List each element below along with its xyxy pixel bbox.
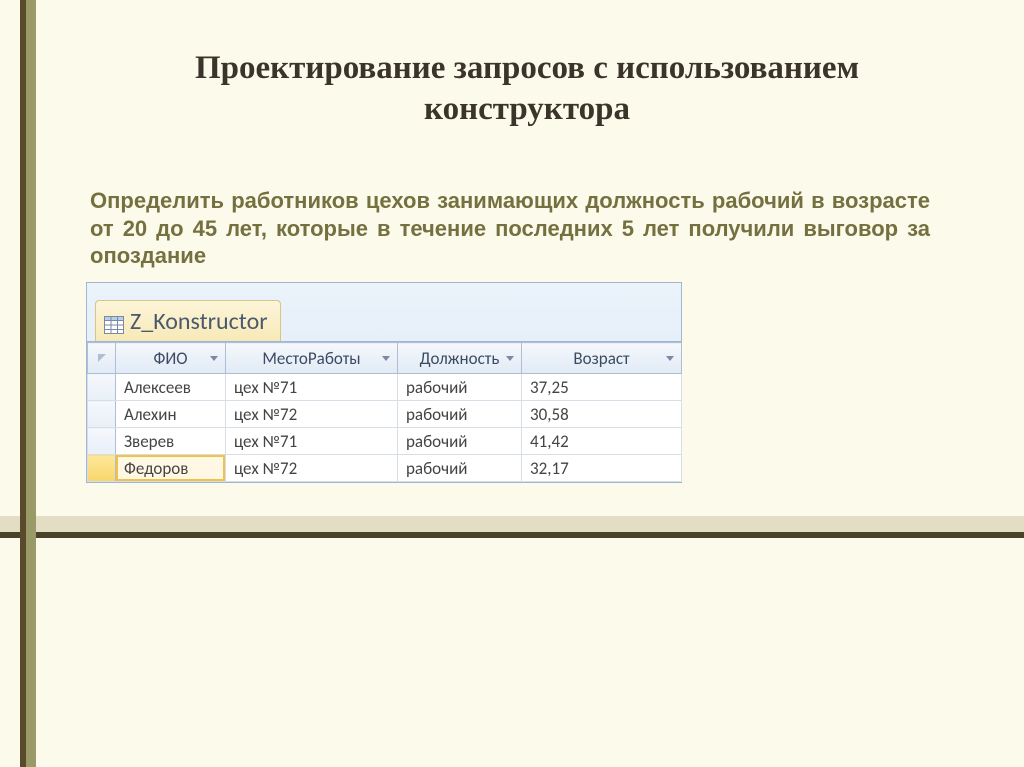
col-header-work-label: МестоРаботы: [262, 348, 360, 369]
cell-age[interactable]: 32,17: [522, 455, 682, 482]
table-row[interactable]: Федоров цех №72 рабочий 32,17: [88, 455, 682, 482]
tab-label: Z_Konstructor: [130, 307, 268, 336]
datasheet-grid: ФИО МестоРаботы Должность Возраст: [87, 341, 681, 482]
select-all-header[interactable]: [88, 343, 116, 374]
chevron-down-icon: [382, 356, 390, 361]
tab-query[interactable]: Z_Konstructor: [95, 300, 281, 341]
row-selector[interactable]: [88, 401, 116, 428]
cell-age[interactable]: 30,58: [522, 401, 682, 428]
col-header-fio[interactable]: ФИО: [116, 343, 226, 374]
cell-fio[interactable]: Зверев: [116, 428, 226, 455]
cell-age[interactable]: 41,42: [522, 428, 682, 455]
cell-pos[interactable]: рабочий: [398, 401, 522, 428]
cell-fio[interactable]: Федоров: [116, 455, 226, 482]
decor-horizontal-stripe: [0, 510, 1024, 538]
table-row[interactable]: Алехин цех №72 рабочий 30,58: [88, 401, 682, 428]
cell-fio[interactable]: Алехин: [116, 401, 226, 428]
cell-fio[interactable]: Алексеев: [116, 374, 226, 401]
table-row[interactable]: Алексеев цех №71 рабочий 37,25: [88, 374, 682, 401]
row-selector[interactable]: [88, 374, 116, 401]
cell-pos[interactable]: рабочий: [398, 428, 522, 455]
row-selector[interactable]: [88, 428, 116, 455]
col-header-age-label: Возраст: [573, 348, 629, 369]
chevron-down-icon: [506, 356, 514, 361]
col-header-work[interactable]: МестоРаботы: [226, 343, 398, 374]
cell-work[interactable]: цех №72: [226, 401, 398, 428]
chevron-down-icon: [666, 356, 674, 361]
cell-age[interactable]: 37,25: [522, 374, 682, 401]
col-header-fio-label: ФИО: [153, 348, 187, 369]
datasheet-icon: [104, 312, 124, 330]
cell-work[interactable]: цех №71: [226, 428, 398, 455]
col-header-pos[interactable]: Должность: [398, 343, 522, 374]
chevron-down-icon: [210, 356, 218, 361]
slide: Проектирование запросов с использованием…: [0, 0, 1024, 767]
panel-tabstrip: Z_Konstructor: [87, 283, 681, 341]
decor-vertical-bar: [20, 0, 38, 767]
header-row: ФИО МестоРаботы Должность Возраст: [88, 343, 682, 374]
col-header-pos-label: Должность: [420, 348, 500, 369]
cell-pos[interactable]: рабочий: [398, 455, 522, 482]
task-text: Определить работников цехов занимающих д…: [90, 187, 930, 270]
cell-work[interactable]: цех №71: [226, 374, 398, 401]
table-row[interactable]: Зверев цех №71 рабочий 41,42: [88, 428, 682, 455]
row-selector[interactable]: [88, 455, 116, 482]
query-result-panel: Z_Konstructor ФИО: [86, 282, 682, 483]
select-all-icon: [96, 352, 108, 364]
slide-title: Проектирование запросов с использованием…: [90, 48, 964, 131]
col-header-age[interactable]: Возраст: [522, 343, 682, 374]
cell-work[interactable]: цех №72: [226, 455, 398, 482]
cell-pos[interactable]: рабочий: [398, 374, 522, 401]
